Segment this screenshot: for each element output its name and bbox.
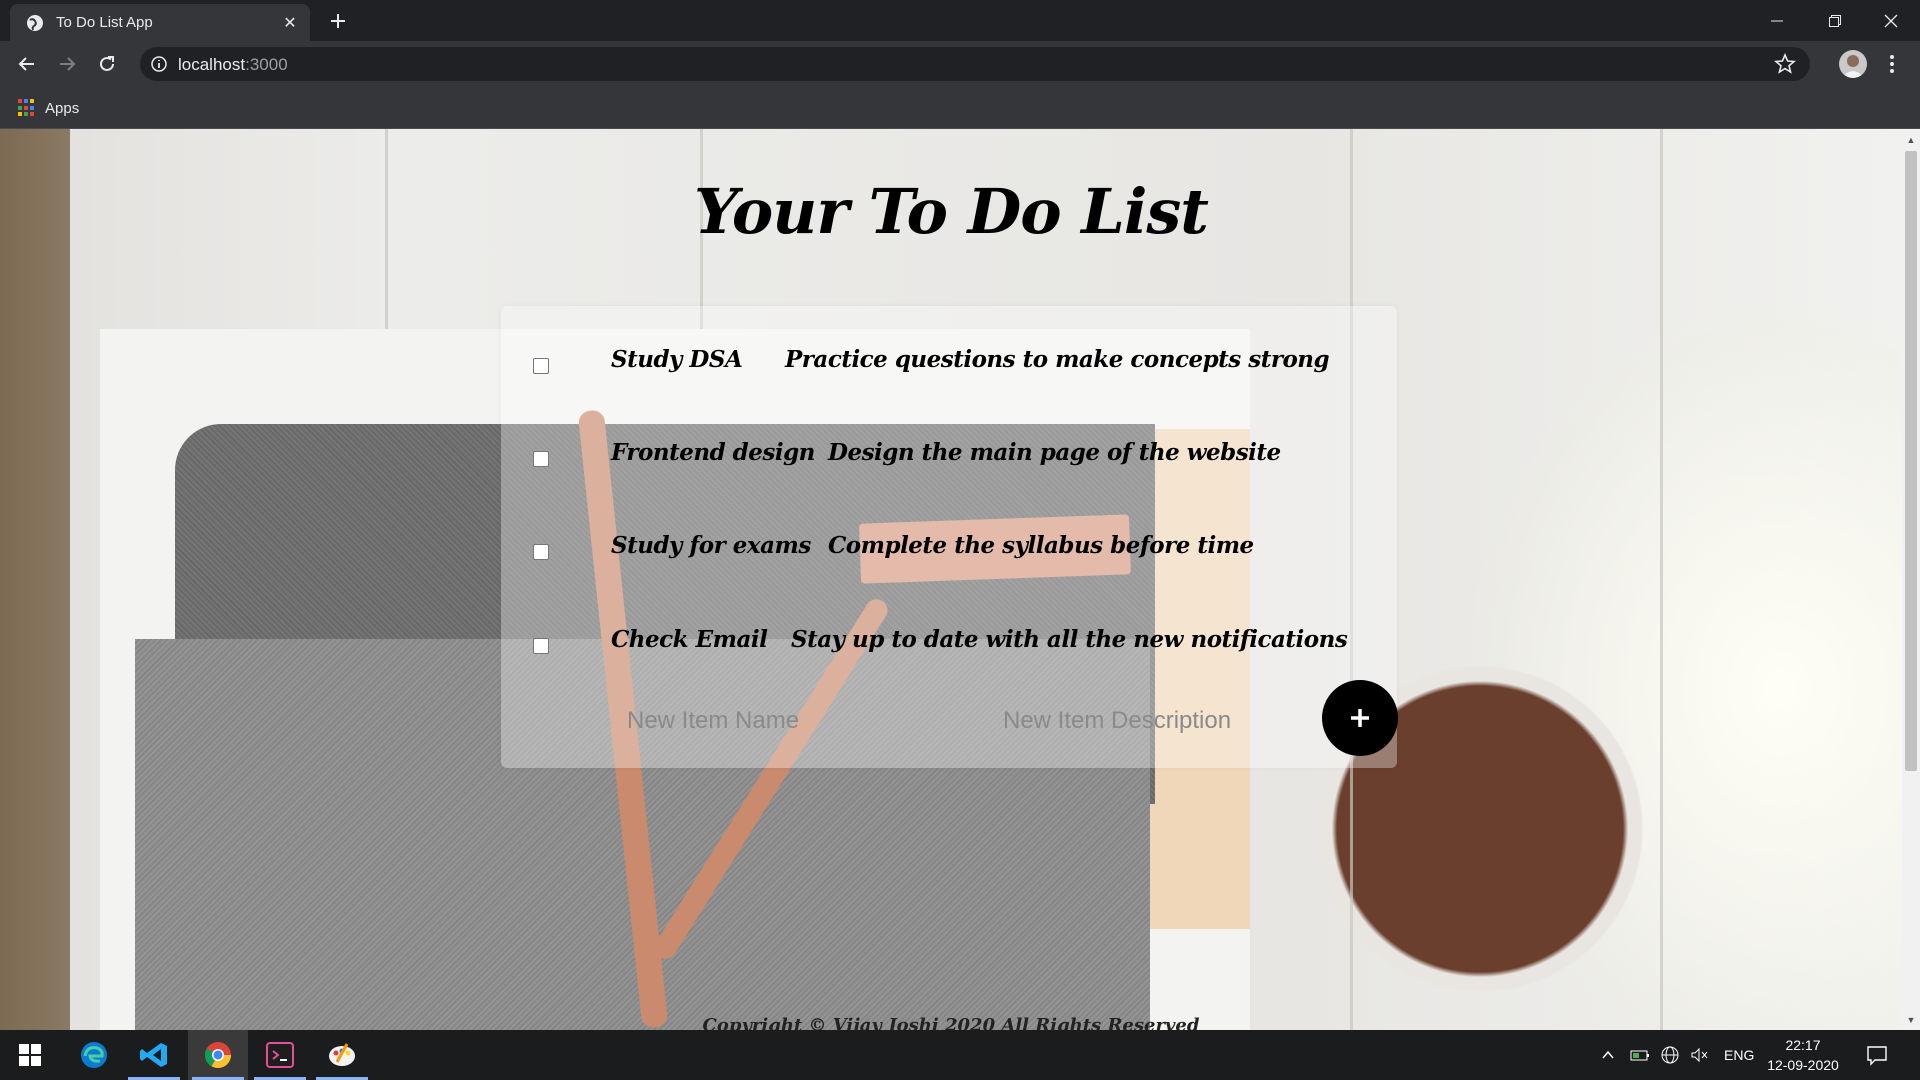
todo-name: Check Email: [611, 626, 768, 653]
menu-dots-icon[interactable]: [1880, 51, 1904, 77]
scroll-down-arrow-icon[interactable]: ▼: [1906, 1015, 1916, 1025]
close-window-icon[interactable]: [1862, 0, 1920, 41]
todo-name: Frontend design: [611, 439, 815, 466]
add-item-button[interactable]: [1322, 680, 1398, 756]
plus-icon: [1351, 709, 1369, 727]
todo-checkbox[interactable]: [533, 544, 549, 560]
todo-item: Check Email Stay up to date with all the…: [501, 622, 1397, 682]
apps-grid-icon: [18, 99, 36, 117]
volume-muted-icon[interactable]: [1690, 1030, 1710, 1080]
todo-description: Practice questions to make concepts stro…: [785, 346, 1330, 373]
forward-icon[interactable]: [52, 49, 82, 79]
todo-description: Complete the syllabus before time: [828, 532, 1254, 559]
tab-title: To Do List App: [56, 14, 153, 31]
todo-name: Study DSA: [611, 346, 743, 373]
vscode-icon[interactable]: [124, 1030, 184, 1080]
new-item-description-input[interactable]: [1001, 700, 1335, 742]
back-icon[interactable]: [12, 49, 42, 79]
address-bar[interactable]: localhost:3000: [140, 47, 1810, 81]
bookmark-star-icon[interactable]: [1774, 53, 1796, 75]
profile-avatar[interactable]: [1839, 50, 1867, 78]
apps-label: Apps: [45, 99, 80, 117]
new-item-name-input[interactable]: [625, 700, 959, 742]
chrome-icon[interactable]: [188, 1030, 248, 1080]
edge-icon[interactable]: [64, 1030, 124, 1080]
clock-date: 12-09-2020: [1767, 1057, 1839, 1073]
todo-name: Study for exams: [611, 532, 811, 559]
start-icon[interactable]: [0, 1030, 60, 1080]
todo-item: Study DSA Practice questions to make con…: [501, 342, 1397, 402]
scroll-thumb[interactable]: [1905, 151, 1917, 771]
globe-icon: [27, 14, 43, 31]
close-tab-icon[interactable]: ✕: [280, 13, 300, 33]
todo-card: Study DSA Practice questions to make con…: [501, 306, 1397, 768]
info-icon[interactable]: [150, 55, 168, 73]
url-port: :3000: [245, 55, 288, 74]
url-text: localhost:3000: [178, 55, 288, 75]
new-tab-icon[interactable]: [326, 9, 350, 33]
notifications-icon[interactable]: [1866, 1030, 1888, 1080]
language-indicator[interactable]: ENG: [1724, 1030, 1754, 1080]
todo-item: Study for exams Complete the syllabus be…: [501, 528, 1397, 588]
browser-tab[interactable]: To Do List App ✕: [10, 4, 310, 41]
clock-time: 22:17: [1785, 1037, 1821, 1053]
bookmarks-bar: Apps: [0, 88, 1920, 129]
page-scrollbar[interactable]: ▲ ▼: [1902, 129, 1920, 1030]
minimize-icon[interactable]: [1748, 0, 1806, 41]
todo-checkbox[interactable]: [533, 358, 549, 374]
todo-item: Frontend design Design the main page of …: [501, 435, 1397, 495]
chevron-up-icon[interactable]: [1600, 1030, 1616, 1080]
url-host: localhost: [178, 55, 246, 74]
windows-taskbar: ENG 22:17 12-09-2020: [0, 1030, 1920, 1080]
battery-icon[interactable]: [1630, 1030, 1650, 1080]
browser-titlebar: To Do List App ✕: [0, 0, 1920, 41]
paint-icon[interactable]: [312, 1030, 372, 1080]
todo-description: Stay up to date with all the new notific…: [791, 626, 1348, 653]
background-decoration: [1660, 129, 1663, 1030]
todo-checkbox[interactable]: [533, 638, 549, 654]
todo-checkbox[interactable]: [533, 451, 549, 467]
reload-icon[interactable]: [92, 49, 122, 79]
browser-toolbar: localhost:3000: [0, 41, 1920, 88]
apps-bookmark[interactable]: Apps: [18, 96, 79, 120]
scroll-up-arrow-icon[interactable]: ▲: [1906, 135, 1916, 145]
page-title: Your To Do List: [694, 175, 1209, 248]
terminal-icon[interactable]: [250, 1030, 310, 1080]
network-globe-icon[interactable]: [1660, 1030, 1680, 1080]
restore-icon[interactable]: [1806, 0, 1864, 41]
todo-description: Design the main page of the website: [828, 439, 1281, 466]
taskbar-clock[interactable]: 22:17 12-09-2020: [1762, 1035, 1844, 1075]
